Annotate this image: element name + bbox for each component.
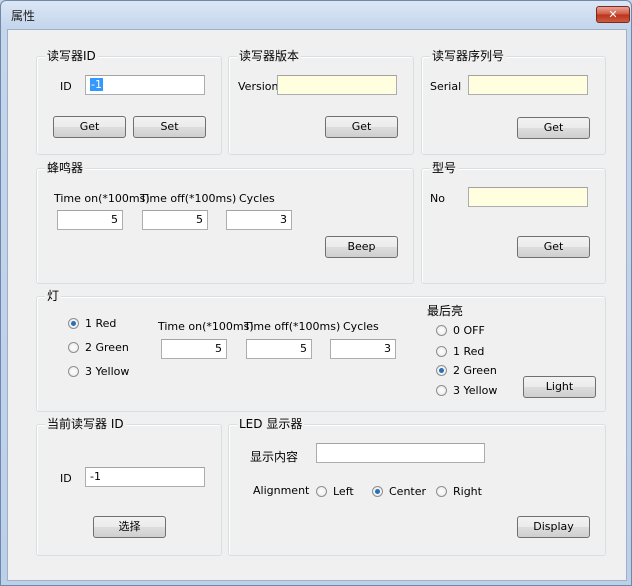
radio-icon bbox=[68, 366, 79, 377]
last-radio-green[interactable]: 2 Green bbox=[436, 364, 497, 378]
buzzer-cycles-input[interactable]: 3 bbox=[226, 210, 292, 230]
properties-window: 属性 ✕ 读写器ID ID -1 Get Set 读写器版本 Version G… bbox=[0, 0, 632, 586]
light-cycles-label: Cycles bbox=[343, 320, 379, 333]
radio-icon bbox=[316, 486, 327, 497]
last-red-label: 1 Red bbox=[453, 345, 485, 358]
light-time-off-label: Time off(*100ms) bbox=[244, 320, 341, 333]
alignment-center-label: Center bbox=[389, 485, 427, 498]
buzzer-time-on-label: Time on(*100ms) bbox=[54, 192, 150, 205]
light-color-red-label: 1 Red bbox=[85, 317, 117, 330]
light-color-radio-yellow[interactable]: 3 Yellow bbox=[68, 365, 129, 379]
version-get-button[interactable]: Get bbox=[325, 116, 398, 138]
serial-field[interactable] bbox=[468, 75, 588, 95]
radio-selected-icon bbox=[68, 318, 79, 329]
serial-label: Serial bbox=[430, 80, 462, 93]
light-button[interactable]: Light bbox=[523, 376, 596, 398]
led-content-input[interactable] bbox=[316, 443, 485, 463]
version-field[interactable] bbox=[277, 75, 397, 95]
radio-icon bbox=[436, 346, 447, 357]
light-color-yellow-label: 3 Yellow bbox=[85, 365, 130, 378]
reader-version-group: 读写器版本 bbox=[228, 49, 414, 155]
title-bar: 属性 ✕ bbox=[1, 1, 631, 29]
light-cycles-input[interactable]: 3 bbox=[330, 339, 396, 359]
radio-icon bbox=[436, 385, 447, 396]
buzzer-cycles-label: Cycles bbox=[239, 192, 275, 205]
last-radio-yellow[interactable]: 3 Yellow bbox=[436, 384, 497, 398]
reader-serial-group-title: 读写器序列号 bbox=[430, 49, 507, 63]
light-group-title: 灯 bbox=[45, 289, 62, 303]
reader-id-value: -1 bbox=[90, 78, 103, 91]
reader-id-set-button[interactable]: Set bbox=[133, 116, 206, 138]
buzzer-time-on-input[interactable]: 5 bbox=[57, 210, 123, 230]
led-display-group-title: LED 显示器 bbox=[237, 417, 305, 431]
light-color-radio-red[interactable]: 1 Red bbox=[68, 317, 116, 331]
alignment-radio-center[interactable]: Center bbox=[372, 485, 426, 499]
beep-button[interactable]: Beep bbox=[325, 236, 398, 258]
radio-icon bbox=[68, 342, 79, 353]
radio-selected-icon bbox=[436, 365, 447, 376]
buzzer-time-off-label: Time off(*100ms) bbox=[140, 192, 237, 205]
light-time-on-label: Time on(*100ms) bbox=[158, 320, 254, 333]
reader-version-group-title: 读写器版本 bbox=[237, 49, 302, 63]
light-time-on-input[interactable]: 5 bbox=[161, 339, 227, 359]
model-no-label: No bbox=[430, 192, 445, 205]
dialog-client-area: 读写器ID ID -1 Get Set 读写器版本 Version Get 读写… bbox=[7, 29, 627, 581]
close-button[interactable]: ✕ bbox=[596, 6, 630, 23]
display-button[interactable]: Display bbox=[517, 516, 590, 538]
reader-id-label: ID bbox=[60, 80, 72, 93]
reader-serial-group: 读写器序列号 bbox=[421, 49, 606, 155]
light-color-green-label: 2 Green bbox=[85, 341, 129, 354]
alignment-radio-right[interactable]: Right bbox=[436, 485, 482, 499]
buzzer-group-title: 蜂鸣器 bbox=[45, 161, 86, 175]
reader-id-input[interactable]: -1 bbox=[85, 75, 205, 95]
current-reader-group-title: 当前读写器 ID bbox=[45, 417, 126, 431]
last-radio-red[interactable]: 1 Red bbox=[436, 345, 484, 359]
light-time-off-input[interactable]: 5 bbox=[246, 339, 312, 359]
serial-get-button[interactable]: Get bbox=[517, 117, 590, 139]
alignment-left-label: Left bbox=[333, 485, 354, 498]
last-off-label: 0 OFF bbox=[453, 324, 485, 337]
radio-selected-icon bbox=[372, 486, 383, 497]
current-reader-id-input[interactable]: -1 bbox=[85, 467, 205, 487]
reader-id-group-title: 读写器ID bbox=[45, 49, 98, 63]
radio-icon bbox=[436, 486, 447, 497]
model-get-button[interactable]: Get bbox=[517, 236, 590, 258]
last-on-label: 最后亮 bbox=[427, 304, 464, 318]
current-reader-id-label: ID bbox=[60, 472, 72, 485]
version-label: Version bbox=[238, 80, 279, 93]
alignment-label: Alignment bbox=[253, 484, 310, 497]
buzzer-time-off-input[interactable]: 5 bbox=[142, 210, 208, 230]
last-yellow-label: 3 Yellow bbox=[453, 384, 498, 397]
led-content-label: 显示内容 bbox=[250, 450, 298, 464]
reader-id-group: 读写器ID bbox=[36, 49, 222, 155]
model-no-field[interactable] bbox=[468, 187, 588, 207]
model-group: 型号 bbox=[421, 161, 606, 284]
last-green-label: 2 Green bbox=[453, 364, 497, 377]
light-color-radio-green[interactable]: 2 Green bbox=[68, 341, 129, 355]
last-radio-off[interactable]: 0 OFF bbox=[436, 324, 485, 338]
radio-icon bbox=[436, 325, 447, 336]
model-group-title: 型号 bbox=[430, 161, 459, 175]
alignment-radio-left[interactable]: Left bbox=[316, 485, 354, 499]
reader-id-get-button[interactable]: Get bbox=[53, 116, 126, 138]
window-title: 属性 bbox=[11, 9, 36, 23]
alignment-right-label: Right bbox=[453, 485, 482, 498]
select-button[interactable]: 选择 bbox=[93, 516, 166, 538]
